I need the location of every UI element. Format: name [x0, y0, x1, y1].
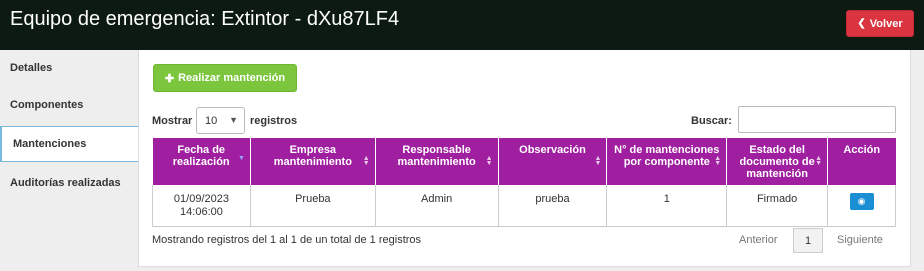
column-header-observacion[interactable]: Observación ▲ ▼ [498, 138, 608, 185]
pagination-previous[interactable]: Anterior [739, 234, 778, 246]
column-header-responsable[interactable]: Responsable mantenimiento ▲ ▼ [375, 138, 499, 185]
sort-asc-icon: ▼ [237, 155, 245, 162]
sidebar-item-label: Auditorías realizadas [10, 177, 121, 189]
show-label: Mostrar [152, 115, 193, 127]
column-header-accion: Acción [827, 138, 896, 185]
eye-icon: ◉ [857, 196, 866, 206]
column-header-empresa[interactable]: Empresa mantenimiento ▲ ▼ [250, 138, 376, 185]
sort-icon: ▲ ▼ [362, 155, 370, 167]
table-header-row: Fecha de realización ▼ Empresa mantenimi… [152, 138, 896, 185]
content-card: ✚ Realizar mantención Mostrar 10 ▼ regis… [138, 50, 911, 267]
sidebar-item-mantenciones[interactable]: Mantenciones [0, 126, 138, 162]
cell-empresa: Prueba [249, 185, 376, 227]
cell-fecha: 01/09/2023 14:06:00 [152, 185, 251, 227]
page-length-value: 10 [205, 114, 218, 127]
view-button[interactable]: ◉ [849, 193, 874, 210]
pagination-next[interactable]: Siguiente [837, 234, 883, 246]
arrow-left-icon: ❮ [857, 18, 866, 29]
cell-observacion: prueba [497, 185, 608, 227]
back-button[interactable]: ❮ Volver [846, 10, 914, 37]
add-maintenance-label: Realizar mantención [178, 72, 286, 84]
records-label: registros [250, 115, 298, 127]
sidebar-item-detalles[interactable]: Detalles [0, 50, 138, 86]
sort-icon: ▲ ▼ [714, 155, 722, 167]
sort-icon: ▲ ▼ [815, 155, 823, 167]
page-length-select[interactable]: 10 ▼ [196, 107, 245, 134]
pagination-page-1[interactable]: 1 [793, 228, 823, 253]
sort-icon: ▲ ▼ [485, 155, 493, 167]
column-header-num-mantenciones[interactable]: N° de mantenciones por componente ▲ ▼ [606, 138, 728, 185]
maintenance-table: Fecha de realización ▼ Empresa mantenimi… [152, 138, 896, 227]
main-panel: ✚ Realizar mantención Mostrar 10 ▼ regis… [138, 50, 924, 271]
sort-icon: ▲ ▼ [594, 155, 602, 167]
sidebar-item-componentes[interactable]: Componentes [0, 87, 138, 123]
cell-accion: ◉ [827, 185, 896, 227]
cell-responsable: Admin [374, 185, 499, 227]
plus-icon: ✚ [164, 72, 175, 85]
add-maintenance-button[interactable]: ✚ Realizar mantención [153, 64, 297, 92]
page-title: Equipo de emergencia: Extintor - dXu87LF… [10, 8, 400, 30]
back-button-label: Volver [869, 17, 903, 30]
sidebar-item-auditorias[interactable]: Auditorías realizadas [0, 165, 138, 201]
table-row: 01/09/2023 14:06:00 Prueba Admin prueba … [152, 185, 896, 227]
column-header-fecha[interactable]: Fecha de realización ▼ [152, 138, 251, 185]
cell-num-mantenciones: 1 [606, 185, 728, 227]
top-header: Equipo de emergencia: Extintor - dXu87LF… [0, 0, 924, 50]
search-input[interactable] [738, 106, 896, 133]
sidebar-item-label: Mantenciones [13, 138, 87, 150]
cell-estado: Firmado [726, 185, 829, 227]
chevron-down-icon: ▼ [229, 115, 238, 125]
table-info: Mostrando registros del 1 al 1 de un tot… [152, 234, 422, 246]
sidebar: Detalles Componentes Mantenciones Audito… [0, 50, 138, 271]
search-label: Buscar: [691, 115, 732, 127]
sidebar-item-label: Detalles [10, 62, 53, 74]
column-header-estado[interactable]: Estado del documento de mantención ▲ ▼ [726, 138, 829, 185]
sidebar-item-label: Componentes [10, 99, 84, 111]
